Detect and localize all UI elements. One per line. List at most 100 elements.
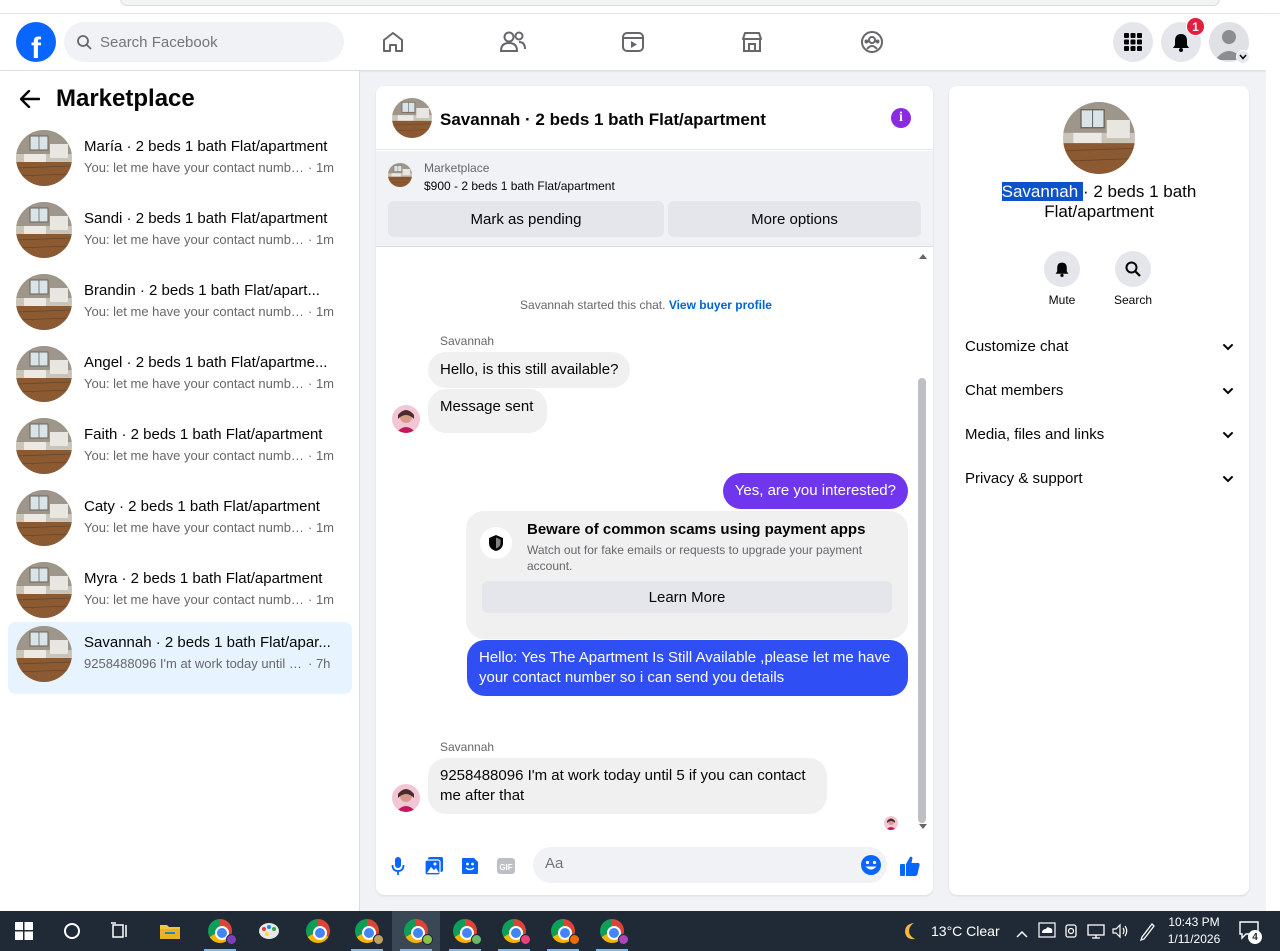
mark-as-pending-button[interactable]: Mark as pending — [388, 201, 664, 237]
read-receipt-avatar — [884, 816, 898, 830]
sender-avatar[interactable] — [392, 784, 420, 812]
action-center-icon[interactable]: 4 — [1238, 920, 1262, 944]
info-icon[interactable]: i — [891, 108, 911, 128]
incoming-message[interactable]: 9258488096 I'm at work today until 5 if … — [428, 758, 827, 814]
chevron-up-icon[interactable] — [1016, 925, 1028, 943]
conversation-item[interactable]: Faith · 2 beds 1 bath Flat/apartment You:… — [8, 414, 352, 486]
search-icon — [77, 35, 92, 50]
marketplace-icon[interactable] — [736, 26, 768, 58]
sidebar-title: Marketplace — [56, 85, 195, 112]
message-list: Savannah started this chat. View buyer p… — [376, 248, 933, 828]
camera-icon[interactable] — [1064, 923, 1078, 944]
conversation-item[interactable]: Savannah · 2 beds 1 bath Flat/apar... 925… — [8, 622, 352, 694]
windows-taskbar: 13°C Clear 10:43 PM 1/11/2026 4 — [0, 911, 1280, 951]
listing-thumbnail[interactable] — [392, 98, 432, 138]
network-icon[interactable] — [1087, 923, 1105, 944]
like-thumbs-up-icon[interactable] — [899, 855, 921, 877]
chrome-profile-icon-active[interactable] — [392, 911, 440, 951]
file-explorer-icon[interactable] — [146, 911, 194, 951]
logo-letter: f — [31, 32, 41, 62]
conversation-item[interactable]: María · 2 beds 1 bath Flat/apartment You:… — [8, 126, 352, 198]
details-section[interactable]: Customize chat — [957, 326, 1241, 370]
menu-grid-icon[interactable] — [1113, 22, 1153, 62]
conversation-thumbnail — [16, 490, 72, 546]
facebook-logo[interactable]: f — [16, 22, 56, 62]
chrome-icon[interactable] — [294, 911, 342, 951]
conversation-preview: You: let me have your contact numbe... — [84, 304, 308, 319]
friends-icon[interactable] — [497, 26, 529, 58]
weather-text[interactable]: 13°C Clear — [931, 923, 1000, 939]
chevron-down-icon — [1223, 476, 1233, 483]
conversation-preview: You: let me have your contact numbe... — [84, 448, 308, 463]
cortana-search-icon[interactable] — [48, 911, 96, 951]
volume-icon[interactable] — [1111, 923, 1129, 944]
search-input[interactable] — [100, 33, 320, 51]
page-scrollbar[interactable] — [1266, 14, 1280, 911]
scroll-thumb[interactable] — [918, 378, 926, 823]
more-options-button[interactable]: More options — [668, 201, 921, 237]
search-box[interactable] — [64, 22, 344, 62]
microphone-icon[interactable] — [387, 855, 409, 877]
view-buyer-profile-link[interactable]: View buyer profile — [669, 298, 772, 312]
chevron-down-icon[interactable] — [1236, 50, 1250, 64]
sender-avatar[interactable] — [392, 405, 420, 433]
conversation-preview: You: let me have your contact numbe... — [84, 232, 308, 247]
paint-app-icon[interactable] — [245, 911, 293, 951]
video-icon[interactable] — [617, 26, 649, 58]
chat-scrollbar[interactable] — [917, 254, 929, 829]
details-section[interactable]: Privacy & support — [957, 458, 1241, 502]
chrome-profile-icon[interactable] — [539, 911, 587, 951]
onedrive-icon[interactable] — [1038, 922, 1056, 943]
back-arrow-icon[interactable] — [20, 87, 44, 111]
message-input-box[interactable] — [533, 847, 887, 883]
sender-name: Savannah — [440, 740, 495, 754]
chrome-profile-icon[interactable] — [343, 911, 391, 951]
details-section[interactable]: Media, files and links — [957, 414, 1241, 458]
task-view-icon[interactable] — [96, 911, 144, 951]
message-input[interactable] — [545, 855, 845, 872]
conversation-item[interactable]: Angel · 2 beds 1 bath Flat/apartme... You… — [8, 342, 352, 414]
pen-icon[interactable] — [1138, 921, 1156, 946]
conversation-title: Faith · 2 beds 1 bath Flat/apartment — [84, 426, 323, 443]
outgoing-message[interactable]: Hello: Yes The Apartment Is Still Availa… — [467, 640, 908, 696]
outgoing-message[interactable]: Yes, are you interested? — [722, 473, 908, 509]
details-section[interactable]: Chat members — [957, 370, 1241, 414]
learn-more-button[interactable]: Learn More — [482, 581, 892, 613]
notification-count-badge: 4 — [1248, 930, 1262, 944]
conversation-title: Angel · 2 beds 1 bath Flat/apartme... — [84, 354, 328, 371]
conversation-title: Myra · 2 beds 1 bath Flat/apartment — [84, 570, 323, 587]
incoming-message[interactable]: Message sent — [428, 389, 548, 433]
details-section-label: Privacy & support — [965, 470, 1083, 487]
groups-icon[interactable] — [856, 26, 888, 58]
listing-price[interactable]: $900 - 2 beds 1 bath Flat/apartment — [424, 179, 615, 193]
listing-large-thumbnail[interactable] — [1063, 102, 1135, 174]
mute-button[interactable]: Mute — [1032, 251, 1092, 307]
conversation-item[interactable]: Caty · 2 beds 1 bath Flat/apartment You: … — [8, 486, 352, 558]
conversation-item[interactable]: Sandi · 2 beds 1 bath Flat/apartment You:… — [8, 198, 352, 270]
chrome-profile-icon[interactable] — [588, 911, 636, 951]
emoji-icon[interactable] — [860, 854, 882, 876]
scam-warning-card: Beware of common scams using payment app… — [466, 511, 908, 639]
search-icon — [1115, 251, 1151, 287]
listing-small-thumbnail[interactable] — [388, 163, 412, 187]
scroll-up-arrow[interactable] — [919, 254, 927, 259]
photo-icon[interactable] — [423, 855, 445, 877]
chrome-profile-icon[interactable] — [490, 911, 538, 951]
scroll-down-arrow[interactable] — [919, 824, 927, 829]
listing-bar: Marketplace $900 - 2 beds 1 bath Flat/ap… — [376, 151, 933, 247]
incoming-message[interactable]: Hello, is this still available? — [428, 352, 631, 388]
conversation-item[interactable]: Brandin · 2 beds 1 bath Flat/apart... You… — [8, 270, 352, 342]
conversation-item[interactable]: Myra · 2 beds 1 bath Flat/apartment You: … — [8, 558, 352, 630]
sticker-icon[interactable] — [459, 855, 481, 877]
chrome-profile-icon[interactable] — [441, 911, 489, 951]
system-clock[interactable]: 10:43 PM 1/11/2026 — [1164, 914, 1224, 948]
home-icon[interactable] — [377, 26, 409, 58]
conversation-time: · 1m — [308, 160, 334, 175]
weather-moon-icon[interactable] — [899, 920, 921, 942]
details-section-label: Media, files and links — [965, 426, 1105, 443]
chat-title[interactable]: Savannah · 2 beds 1 bath Flat/apartment — [440, 110, 766, 130]
gif-icon[interactable]: GIF — [495, 855, 517, 877]
search-in-chat-button[interactable]: Search — [1103, 251, 1163, 307]
windows-start-icon[interactable] — [0, 911, 48, 951]
chrome-profile-icon[interactable] — [196, 911, 244, 951]
